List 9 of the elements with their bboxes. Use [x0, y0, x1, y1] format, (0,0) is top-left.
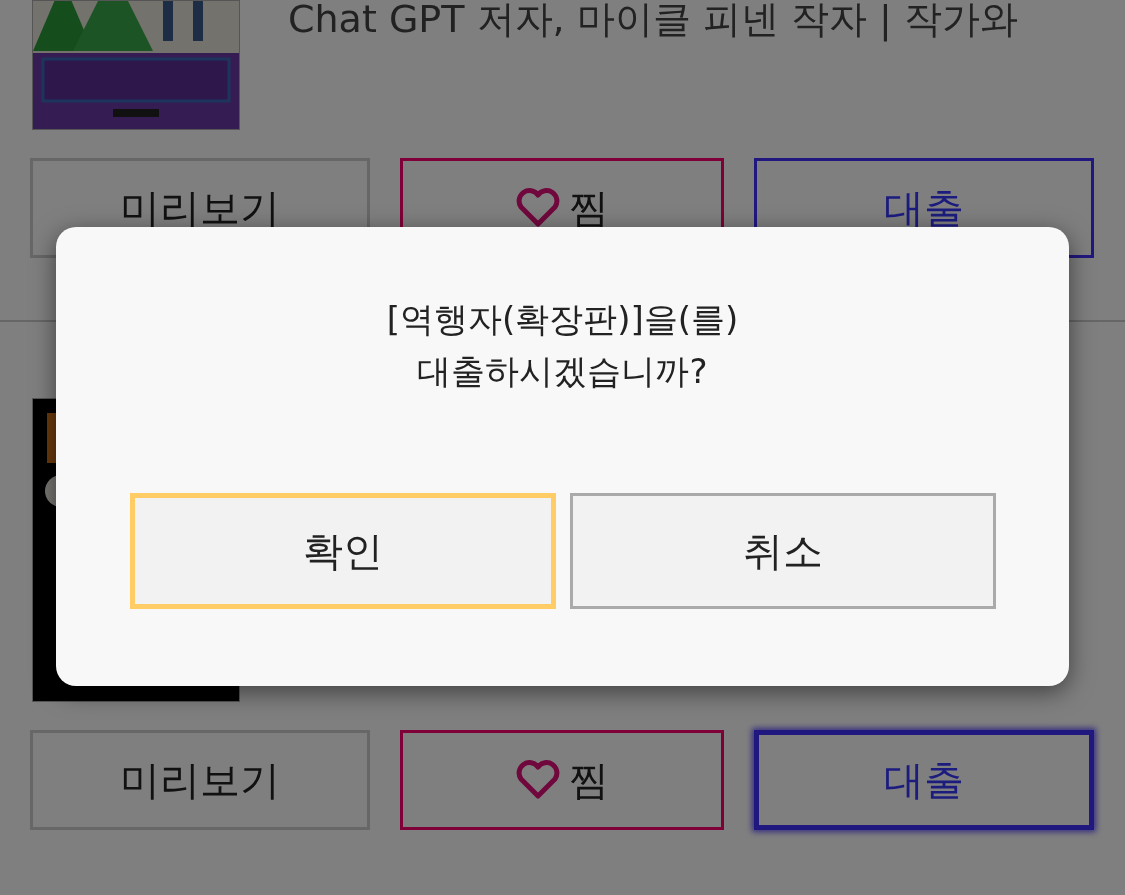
wish-button[interactable]: 찜	[400, 730, 724, 830]
heart-icon	[515, 188, 561, 228]
cancel-button[interactable]: 취소	[569, 493, 996, 609]
preview-button[interactable]: 미리보기	[30, 730, 370, 830]
author-line: Chat GPT 저자, 마이클 피넨 작자 | 작가와	[288, 0, 1018, 44]
confirm-button[interactable]: 확인	[129, 493, 556, 609]
loan-button[interactable]: 대출	[754, 730, 1094, 830]
heart-icon	[515, 760, 561, 800]
dialog-message: [역행자(확장판)]을(를) 대출하시겠습니까?	[386, 298, 739, 393]
